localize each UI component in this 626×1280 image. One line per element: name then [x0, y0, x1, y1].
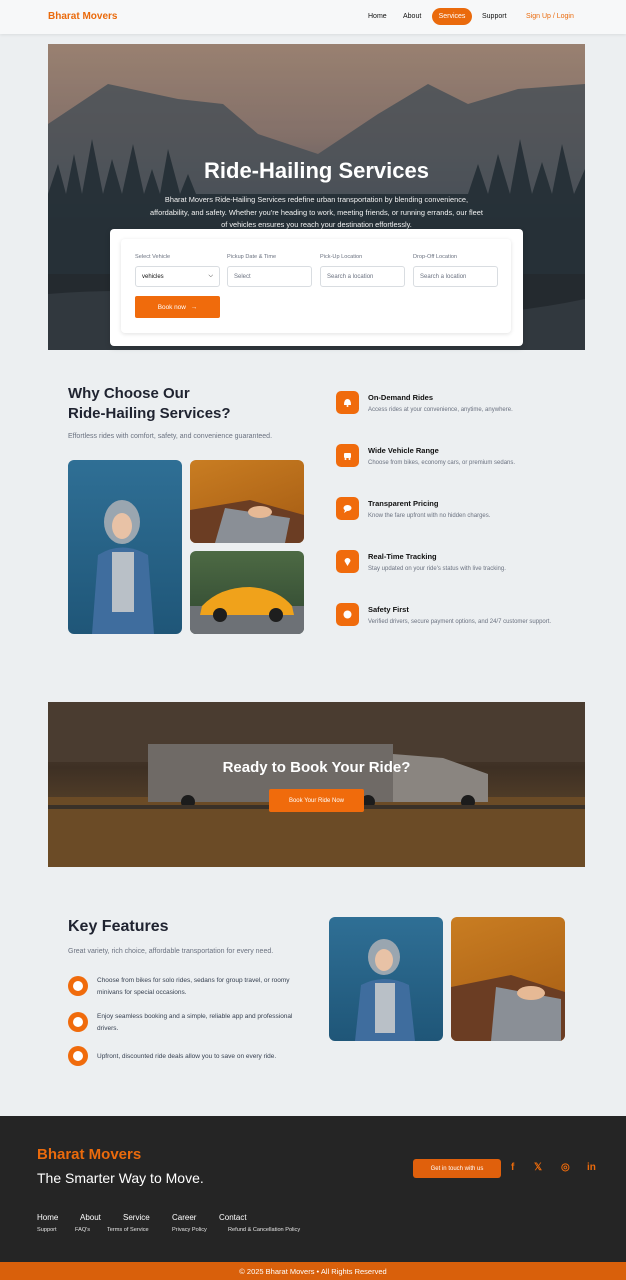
- x-twitter-icon[interactable]: 𝕏: [534, 1162, 542, 1173]
- feature-title: Real-Time Tracking: [368, 552, 437, 561]
- hero-title: Ride-Hailing Services: [204, 158, 429, 183]
- cta-title: Ready to Book Your Ride?: [222, 759, 411, 776]
- truck-highway-image: [48, 702, 585, 867]
- footer-link-career[interactable]: Career: [172, 1213, 196, 1222]
- footer-link-about[interactable]: About: [80, 1213, 101, 1222]
- linkedin-icon[interactable]: in: [587, 1162, 596, 1173]
- why-section-title: Why Choose Our Ride-Hailing Services?: [68, 384, 231, 424]
- login-link[interactable]: Sign Up / Login: [526, 13, 574, 20]
- footer-link-privacy[interactable]: Privacy Policy: [172, 1227, 207, 1233]
- feature-title: On-Demand Rides: [368, 393, 434, 402]
- booking-form: Select Vehicle vehicles ⌵ Pickup Date & …: [121, 239, 511, 333]
- book-now-button[interactable]: Book now →: [135, 296, 220, 318]
- woman-denim-photo-2: [329, 917, 443, 1041]
- bell-icon: [336, 391, 359, 414]
- cta-banner: Ready to Book Your Ride? Book Your Ride …: [48, 702, 585, 867]
- vehicle-select-value: vehicles: [142, 273, 164, 280]
- book-ride-button[interactable]: Book Your Ride Now: [269, 789, 364, 812]
- nav-support[interactable]: Support: [482, 13, 507, 20]
- footer-link-home[interactable]: Home: [37, 1213, 58, 1222]
- date-label: Pickup Date & Time: [227, 254, 277, 260]
- vehicle-label: Select Vehicle: [135, 254, 171, 260]
- date-time-field[interactable]: Select: [227, 266, 312, 287]
- footer-link-refund[interactable]: Refund & Cancellation Policy: [228, 1227, 300, 1233]
- feature-title: Safety First: [368, 605, 409, 614]
- nav-about[interactable]: About: [403, 13, 421, 20]
- location-pin-icon: [336, 550, 359, 573]
- circle-bullet-icon: [68, 1012, 88, 1032]
- key-feature-text: Choose from bikes for solo rides, sedans…: [97, 977, 290, 996]
- key-features-title: Key Features: [68, 918, 169, 935]
- shield-icon: [336, 603, 359, 626]
- why-title-line-2: Ride-Hailing Services?: [68, 405, 231, 422]
- pickup-label: Pick-Up Location: [320, 254, 363, 260]
- footer-brand[interactable]: Bharat Movers: [37, 1146, 141, 1163]
- why-subtitle: Effortless rides with comfort, safety, a…: [68, 433, 273, 440]
- laptop-typing-photo: [190, 460, 304, 543]
- feature-desc: Stay updated on your ride's status with …: [368, 566, 506, 572]
- feature-title: Transparent Pricing: [368, 499, 439, 508]
- nav-home[interactable]: Home: [368, 13, 387, 20]
- footer-link-contact[interactable]: Contact: [219, 1213, 247, 1222]
- facebook-icon[interactable]: f: [511, 1162, 514, 1173]
- laptop-typing-photo-2: [451, 917, 565, 1041]
- sports-car-photo: [190, 551, 304, 634]
- why-title-line-1: Why Choose Our: [68, 385, 190, 402]
- feature-title: Wide Vehicle Range: [368, 446, 439, 455]
- book-now-label: Book now: [157, 303, 186, 311]
- key-features-subtitle: Great variety, rich choice, affordable t…: [68, 948, 274, 955]
- hero-description: Bharat Movers Ride-Hailing Services rede…: [150, 195, 483, 229]
- vehicle-icon: [336, 444, 359, 467]
- arrow-right-icon: →: [190, 303, 198, 311]
- pickup-location-field[interactable]: Search a location: [320, 266, 405, 287]
- copyright-bar: © 2025 Bharat Movers • All Rights Reserv…: [0, 1262, 626, 1280]
- top-navbar: Bharat Movers Home About Services Suppor…: [0, 0, 626, 34]
- footer-link-terms[interactable]: Terms of Service: [107, 1227, 149, 1233]
- contact-button[interactable]: Get in touch with us: [413, 1159, 501, 1178]
- footer-link-service[interactable]: Service: [123, 1213, 150, 1222]
- instagram-icon[interactable]: ◎: [561, 1162, 570, 1173]
- footer-link-support[interactable]: Support: [37, 1227, 57, 1233]
- chevron-down-icon: ⌵: [208, 273, 213, 279]
- dropoff-location-field[interactable]: Search a location: [413, 266, 498, 287]
- footer-tagline: The Smarter Way to Move.: [37, 1170, 204, 1186]
- footer: Bharat Movers The Smarter Way to Move. G…: [0, 1116, 626, 1262]
- feature-desc: Choose from bikes, economy cars, or prem…: [368, 460, 516, 466]
- circle-bullet-icon: [68, 976, 88, 996]
- feature-desc: Know the fare upfront with no hidden cha…: [368, 513, 491, 519]
- feature-desc: Verified drivers, secure payment options…: [368, 619, 552, 625]
- booking-card: Select Vehicle vehicles ⌵ Pickup Date & …: [110, 229, 523, 346]
- chat-icon: [336, 497, 359, 520]
- key-feature-text: Enjoy seamless booking and a simple, rel…: [97, 1013, 293, 1032]
- circle-bullet-icon: [68, 1046, 88, 1066]
- footer-link-faqs[interactable]: FAQ's: [75, 1227, 90, 1233]
- brand-logo[interactable]: Bharat Movers: [48, 11, 117, 22]
- woman-denim-photo: [68, 460, 182, 634]
- key-feature-text: Upfront, discounted ride deals allow you…: [97, 1053, 277, 1060]
- vehicle-select[interactable]: vehicles ⌵: [135, 266, 220, 287]
- feature-desc: Access rides at your convenience, anytim…: [368, 407, 513, 413]
- dropoff-label: Drop-Off Location: [413, 254, 458, 260]
- nav-services[interactable]: Services: [432, 8, 472, 25]
